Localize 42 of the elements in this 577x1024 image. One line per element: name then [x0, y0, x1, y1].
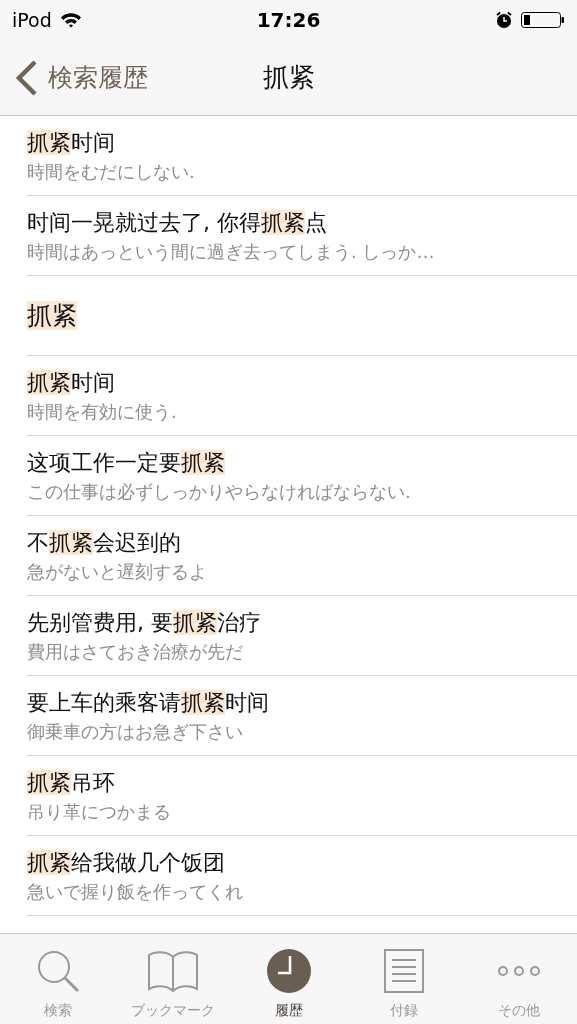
example-row[interactable]: 时间一晃就过去了, 你得抓紧点 時間はあっという間に過ぎ去ってしまう. しっか… — [27, 196, 577, 276]
example-sentence: 不抓紧会迟到的 — [27, 528, 182, 557]
example-row[interactable]: 抓紧吊环 吊り革につかまる — [27, 756, 577, 836]
example-sentence: 抓紧给我做几个饭团 — [27, 848, 226, 877]
book-icon — [147, 949, 200, 993]
example-sentence: 这项工作一定要抓紧 — [27, 448, 226, 477]
example-row[interactable]: 抓紧时间 時間を有効に使う. — [27, 356, 577, 436]
carrier-name: iPod — [12, 9, 52, 31]
example-sentence: 抓紧吊环 — [27, 768, 116, 797]
example-row[interactable]: 先别管费用, 要抓紧治疗 費用はさておき治療が先だ — [27, 596, 577, 676]
more-icon — [497, 965, 542, 977]
tab-item[interactable]: 履歴 — [230, 934, 347, 1024]
translation-text: 御乗車の方はお急ぎ下さい — [27, 719, 244, 744]
translation-text: 時間をむだにしない. — [27, 159, 196, 184]
battery-icon — [521, 11, 565, 29]
translation-text: 費用はさておき治療が先だ — [27, 639, 244, 664]
example-sentence: 要上车的乘客请抓紧时间 — [27, 688, 270, 717]
example-sentence: 抓紧时间 — [27, 128, 116, 157]
back-button[interactable]: 検索履歴 — [0, 58, 148, 97]
example-row[interactable]: 抓紧时间 時間をむだにしない. — [27, 116, 577, 196]
example-row[interactable]: 不抓紧会迟到的 急がないと遅刻するよ — [27, 516, 577, 596]
document-icon — [383, 949, 424, 993]
translation-text: 時間はあっという間に過ぎ去ってしまう. しっか… — [27, 239, 436, 264]
status-time: 17:26 — [256, 8, 321, 32]
translation-text: 急がないと遅刻するよ — [27, 559, 208, 584]
clock-icon — [265, 948, 312, 994]
translation-text: 吊り革につかまる — [27, 799, 172, 824]
example-row[interactable]: 这项工作一定要抓紧 この仕事は必ずしっかりやらなければならない. — [27, 436, 577, 516]
example-sentence: 先别管费用, 要抓紧治疗 — [27, 608, 262, 637]
translation-text: 急いで握り飯を作ってくれ — [27, 879, 244, 904]
example-sentence: 抓紧时间 — [27, 368, 116, 397]
example-sentence: 时间一晃就过去了, 你得抓紧点 — [27, 208, 328, 237]
headword-row[interactable]: 抓紧 — [27, 276, 577, 356]
headword-text: 抓紧 — [27, 300, 78, 332]
wifi-icon — [59, 12, 82, 28]
example-row[interactable]: 抓紧给我做几个饭团 急いで握り飯を作ってくれ — [27, 836, 577, 916]
translation-text: 時間を有効に使う. — [27, 399, 178, 424]
translation-text: この仕事は必ずしっかりやらなければならない. — [27, 479, 412, 504]
page-title: 抓紧 — [262, 61, 315, 94]
example-row[interactable]: 要上车的乘客请抓紧时间 御乗車の方はお急ぎ下さい — [27, 676, 577, 756]
alarm-icon — [495, 11, 513, 29]
chevron-left-icon — [14, 58, 38, 97]
